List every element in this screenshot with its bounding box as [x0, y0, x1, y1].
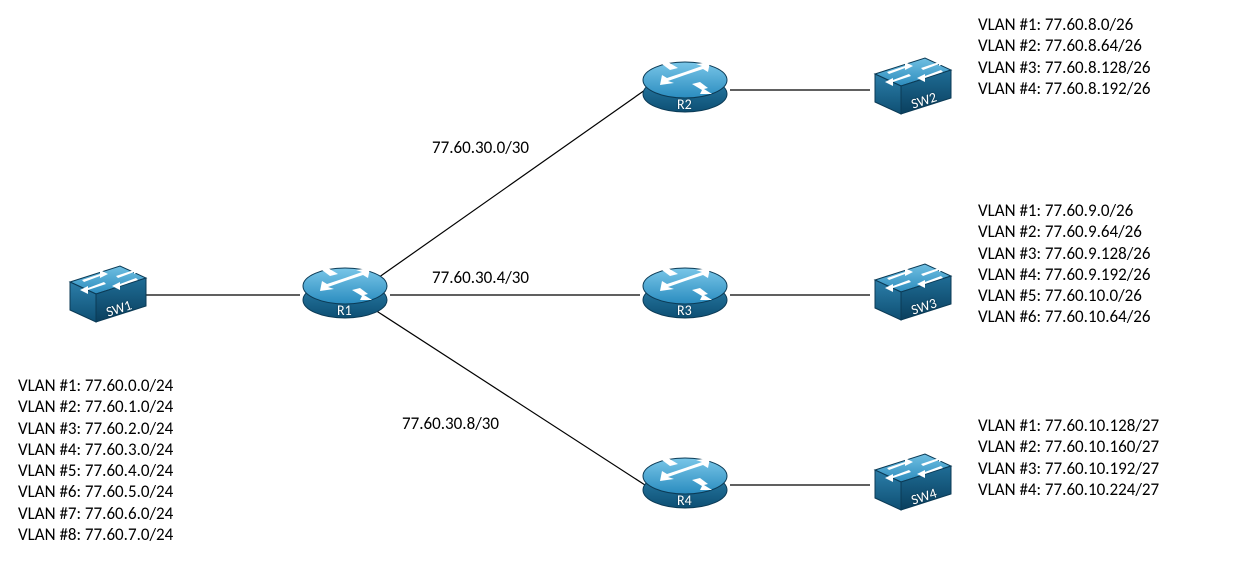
router-r2: R2 — [640, 52, 730, 122]
vlan-list-sw3: VLAN #1: 77.60.9.0/26 VLAN #2: 77.60.9.6… — [978, 200, 1151, 328]
vlan-list-sw4: VLAN #1: 77.60.10.128/27 VLAN #2: 77.60.… — [978, 415, 1159, 500]
vlan-line: VLAN #3: 77.60.8.128/26 — [978, 57, 1151, 78]
vlan-line: VLAN #1: 77.60.10.128/27 — [978, 415, 1159, 436]
vlan-line: VLAN #6: 77.60.10.64/26 — [978, 306, 1151, 327]
vlan-line: VLAN #3: 77.60.10.192/27 — [978, 458, 1159, 479]
vlan-line: VLAN #8: 77.60.7.0/24 — [18, 524, 173, 545]
vlan-line: VLAN #2: 77.60.10.160/27 — [978, 436, 1159, 457]
router-r4: R4 — [640, 448, 730, 518]
switch-sw4: SW4 — [865, 448, 955, 518]
vlan-line: VLAN #4: 77.60.10.224/27 — [978, 479, 1159, 500]
vlan-line: VLAN #1: 77.60.0.0/24 — [18, 375, 173, 396]
vlan-line: VLAN #2: 77.60.9.64/26 — [978, 221, 1151, 242]
vlan-line: VLAN #4: 77.60.8.192/26 — [978, 78, 1151, 99]
network-diagram: SW1 R1 R2 R3 R4 SW2 SW3 SW4 77.60.30.0/3… — [0, 0, 1250, 580]
link-label-r1-r3: 77.60.30.4/30 — [432, 267, 529, 288]
vlan-list-sw2: VLAN #1: 77.60.8.0/26 VLAN #2: 77.60.8.6… — [978, 14, 1151, 99]
vlan-line: VLAN #1: 77.60.9.0/26 — [978, 200, 1151, 221]
router-r3: R3 — [640, 258, 730, 328]
vlan-line: VLAN #6: 77.60.5.0/24 — [18, 481, 173, 502]
router-r1: R1 — [300, 258, 390, 328]
switch-sw3: SW3 — [865, 258, 955, 328]
vlan-line: VLAN #4: 77.60.3.0/24 — [18, 439, 173, 460]
vlan-line: VLAN #3: 77.60.2.0/24 — [18, 418, 173, 439]
link-label-r1-r4: 77.60.30.8/30 — [402, 413, 499, 434]
vlan-line: VLAN #3: 77.60.9.128/26 — [978, 243, 1151, 264]
switch-sw1: SW1 — [60, 260, 150, 330]
switch-sw2: SW2 — [865, 52, 955, 122]
vlan-list-sw1: VLAN #1: 77.60.0.0/24 VLAN #2: 77.60.1.0… — [18, 375, 173, 545]
link-label-r1-r2: 77.60.30.0/30 — [432, 137, 529, 158]
vlan-line: VLAN #5: 77.60.4.0/24 — [18, 460, 173, 481]
vlan-line: VLAN #2: 77.60.8.64/26 — [978, 35, 1151, 56]
vlan-line: VLAN #7: 77.60.6.0/24 — [18, 503, 173, 524]
vlan-line: VLAN #5: 77.60.10.0/26 — [978, 285, 1151, 306]
vlan-line: VLAN #4: 77.60.9.192/26 — [978, 264, 1151, 285]
vlan-line: VLAN #2: 77.60.1.0/24 — [18, 396, 173, 417]
vlan-line: VLAN #1: 77.60.8.0/26 — [978, 14, 1151, 35]
